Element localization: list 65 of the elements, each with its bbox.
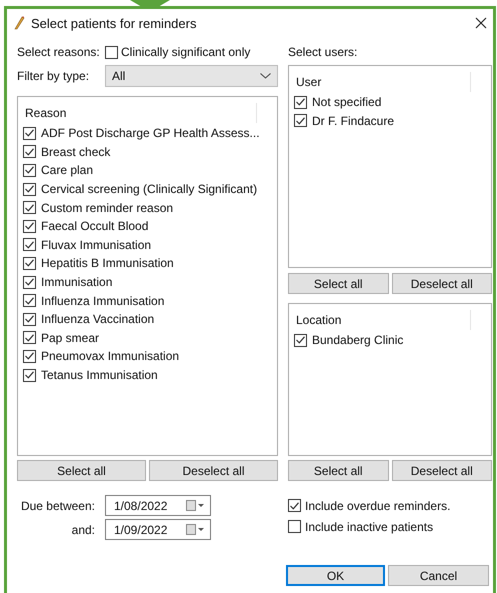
date-label: Due between: — [20, 498, 95, 512]
checkbox[interactable] — [23, 182, 36, 196]
list-item-label: Care plan — [41, 163, 94, 178]
list-item-label: Cervical screening (Clinically Significant) — [41, 182, 258, 196]
checkbox[interactable] — [23, 331, 36, 344]
checkbox[interactable] — [23, 276, 36, 289]
select-all-button[interactable]: Select all — [288, 273, 388, 294]
list-item-label: Pneumovax Immunisation — [41, 349, 180, 364]
list-item-label: Hepatitis B Immunisation — [41, 256, 174, 270]
calendar-dropdown-icon[interactable] — [186, 500, 205, 511]
checkbox[interactable] — [294, 96, 307, 109]
column-header: Location — [294, 310, 471, 330]
filter-label: Filter by type: — [17, 69, 90, 83]
list-item-label: Not specified — [312, 95, 382, 110]
select-all-button[interactable]: Select all — [288, 460, 388, 481]
window-title: Select patients for reminders — [31, 16, 198, 30]
checkbox[interactable] — [23, 220, 36, 233]
deselect-all-button[interactable]: Deselect all — [149, 460, 278, 481]
list-item-label: Pap smear — [41, 330, 100, 345]
checkbox[interactable] — [288, 520, 301, 533]
checkbox[interactable] — [23, 368, 36, 382]
list-item-label: Fluvax Immunisation — [41, 238, 152, 252]
checkbox[interactable] — [23, 164, 36, 177]
checkbox[interactable] — [288, 499, 301, 512]
checkbox[interactable] — [23, 126, 36, 140]
ok-button[interactable]: OK — [286, 565, 385, 586]
date-label: and: — [70, 522, 95, 536]
checkbox[interactable] — [23, 256, 36, 270]
type-dropdown[interactable]: All — [105, 65, 278, 87]
date-field[interactable]: 1/09/2022 — [105, 519, 211, 540]
cancel-button[interactable]: Cancel — [388, 565, 489, 586]
checkbox[interactable] — [23, 312, 36, 326]
checkbox[interactable] — [23, 238, 36, 252]
list-item-label: ADF Post Discharge GP Health Assess... — [41, 126, 260, 140]
checkbox[interactable] — [23, 294, 36, 308]
option-label: Include overdue reminders. — [305, 498, 450, 512]
list-item-label: Custom reminder reason — [41, 200, 174, 215]
list-item-label: Tetanus Immunisation — [41, 368, 158, 382]
chevron-down-icon — [260, 73, 271, 79]
deselect-all-button[interactable]: Deselect all — [392, 273, 492, 294]
deselect-all-button[interactable]: Deselect all — [392, 460, 492, 481]
checkbox[interactable] — [294, 114, 307, 128]
close-button[interactable] — [473, 15, 489, 31]
option-label: Include inactive patients — [305, 520, 434, 534]
section-label: Select reasons: — [17, 45, 101, 59]
pencil-icon — [13, 16, 25, 30]
checkbox[interactable] — [23, 201, 36, 214]
list-item-label: Breast check — [41, 144, 110, 159]
list-item-label: Faecal Occult Blood — [41, 219, 148, 234]
select-all-button[interactable]: Select all — [17, 460, 146, 481]
column-header: Reason — [23, 103, 257, 123]
list-item-label: Dr F. Findacure — [312, 114, 394, 128]
checkbox-label: Clinically significant only — [121, 45, 250, 59]
list-item-label: Influenza Vaccination — [41, 312, 154, 326]
column-header: User — [294, 72, 471, 92]
section-label: Select users: — [288, 45, 358, 59]
list-item-label: Immunisation — [41, 275, 112, 290]
date-field[interactable]: 1/08/2022 — [105, 495, 211, 516]
checkbox[interactable] — [105, 46, 118, 58]
calendar-dropdown-icon[interactable] — [186, 524, 205, 535]
checkbox[interactable] — [23, 145, 36, 158]
checkbox[interactable] — [23, 350, 36, 363]
list-item-label: Bundaberg Clinic — [312, 333, 404, 348]
checkbox[interactable] — [294, 334, 307, 347]
list-item-label: Influenza Immunisation — [41, 294, 164, 308]
